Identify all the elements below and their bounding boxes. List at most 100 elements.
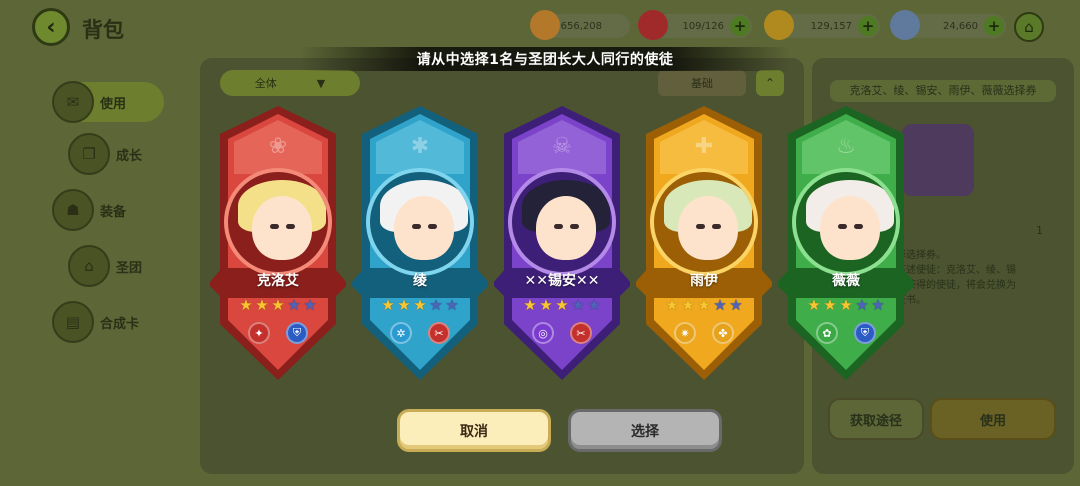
attribute-badge-icon: ✷: [674, 322, 696, 344]
acquire-source-button[interactable]: 获取途径: [828, 398, 924, 440]
sidebar-item-use[interactable]: ✉ 使用: [52, 81, 164, 123]
star-icon: ★: [239, 296, 253, 314]
bag-icon: ✉: [52, 81, 94, 123]
star-icon: ★: [839, 296, 853, 314]
home-icon: ⌂: [1024, 18, 1034, 36]
star-icon: ★: [381, 296, 395, 314]
character-name: 绫: [413, 273, 427, 289]
character-card[interactable]: ✱ 绫 ★ ★ ★ ★ ★ ✲ ✂: [352, 104, 488, 382]
attribute-badges: ✿ ⛨: [816, 322, 876, 344]
attribute-badge-icon: ⛨: [854, 322, 876, 344]
stamina-icon: [638, 10, 668, 40]
character-card[interactable]: ☠ ✕✕锡安✕✕ ★ ★ ★ ★ ★ ◎ ✂: [494, 104, 630, 382]
attribute-badge-icon: ✿: [816, 322, 838, 344]
star-icon: ★: [697, 296, 711, 314]
character-name: 薇薇: [832, 273, 860, 289]
sidebar-item-equipment[interactable]: ☗ 装备: [52, 189, 164, 231]
chevron-up-icon: ⌃: [764, 76, 776, 90]
attribute-badges: ◎ ✂: [532, 322, 592, 344]
attribute-badge-icon: ⛨: [286, 322, 308, 344]
item-title: 克洛艾、绫、锡安、雨伊、薇薇选择券: [830, 80, 1056, 102]
star-icon: ★: [823, 296, 837, 314]
star-rating: ★ ★ ★ ★ ★: [238, 297, 318, 313]
back-button[interactable]: ‹: [32, 8, 70, 46]
element-icon: ☠: [552, 133, 572, 159]
star-icon: ★: [539, 296, 553, 314]
page-title: 背包: [82, 18, 124, 42]
star-icon: ★: [287, 296, 301, 314]
sidebar-item-guild[interactable]: ⌂ 圣团: [68, 245, 180, 287]
star-icon: ★: [523, 296, 537, 314]
element-icon: ❀: [268, 133, 288, 159]
modal-title: 请从中选择1名与圣团长大人同行的使徒: [416, 52, 674, 68]
star-icon: ★: [855, 296, 869, 314]
item-count: 1: [1036, 224, 1043, 237]
sidebar-item-cards[interactable]: ▤ 合成卡: [52, 301, 164, 343]
star-rating: ★ ★ ★ ★ ★: [664, 297, 744, 313]
star-rating: ★ ★ ★ ★ ★: [806, 297, 886, 313]
resource-crystal: 24,660 +: [890, 10, 1006, 40]
home-button[interactable]: ⌂: [1014, 12, 1044, 42]
element-icon: ✚: [694, 133, 714, 159]
character-card[interactable]: ❀ 克洛艾 ★ ★ ★ ★ ★ ✦ ⛨: [210, 104, 346, 382]
filter-dropdown[interactable]: 全体 ▼: [220, 70, 360, 96]
star-icon: ★: [571, 296, 585, 314]
attribute-badges: ✷ ✤: [674, 322, 734, 344]
star-icon: ★: [587, 296, 601, 314]
element-icon: ♨: [836, 133, 856, 159]
attribute-badge-icon: ✂: [570, 322, 592, 344]
resource-coin: 129,157 +: [764, 10, 880, 40]
use-button[interactable]: 使用: [930, 398, 1056, 440]
chevron-down-icon: ▼: [316, 76, 326, 90]
character-portrait: [792, 168, 900, 276]
character-portrait: [224, 168, 332, 276]
character-portrait: [650, 168, 758, 276]
modal-title-bar: 请从中选择1名与圣团长大人同行的使徒: [300, 47, 790, 71]
guild-icon: ⌂: [68, 245, 110, 287]
select-button[interactable]: 选择: [568, 409, 722, 452]
add-stamina-button[interactable]: +: [730, 16, 750, 36]
attribute-badges: ✦ ⛨: [248, 322, 308, 344]
character-name: 克洛艾: [257, 273, 299, 289]
character-name: 雨伊: [690, 273, 718, 289]
character-card[interactable]: ♨ 薇薇 ★ ★ ★ ★ ★ ✿ ⛨: [778, 104, 914, 382]
book-icon: ❐: [68, 133, 110, 175]
sidebar-item-growth[interactable]: ❐ 成长: [68, 133, 180, 175]
top-bar: ‹ 背包 656,208 109/126 + 129,157 + 24,660 …: [0, 0, 1080, 52]
resource-stamina: 109/126 +: [638, 10, 752, 40]
star-icon: ★: [397, 296, 411, 314]
star-icon: ★: [681, 296, 695, 314]
star-icon: ★: [303, 296, 317, 314]
equipment-icon: ☗: [52, 189, 94, 231]
star-icon: ★: [255, 296, 269, 314]
attribute-badge-icon: ✤: [712, 322, 734, 344]
character-card[interactable]: ✚ 雨伊 ★ ★ ★ ★ ★ ✷ ✤: [636, 104, 772, 382]
star-icon: ★: [271, 296, 285, 314]
star-icon: ★: [713, 296, 727, 314]
star-icon: ★: [871, 296, 885, 314]
back-arrow-icon: ‹: [46, 14, 56, 40]
crystal-icon: [890, 10, 920, 40]
element-icon: ✱: [410, 133, 430, 159]
add-coin-button[interactable]: +: [858, 16, 878, 36]
character-portrait: [508, 168, 616, 276]
character-name: ✕✕锡安✕✕: [524, 273, 600, 289]
star-icon: ★: [729, 296, 743, 314]
character-portrait: [366, 168, 474, 276]
attribute-badge-icon: ✦: [248, 322, 270, 344]
star-rating: ★ ★ ★ ★ ★: [522, 297, 602, 313]
star-icon: ★: [413, 296, 427, 314]
sort-toggle-button[interactable]: ⌃: [756, 70, 784, 96]
resource-cookie: 656,208: [530, 10, 630, 40]
star-icon: ★: [665, 296, 679, 314]
add-crystal-button[interactable]: +: [984, 16, 1004, 36]
attribute-badge-icon: ✲: [390, 322, 412, 344]
star-icon: ★: [445, 296, 459, 314]
attribute-badge-icon: ◎: [532, 322, 554, 344]
cards-icon: ▤: [52, 301, 94, 343]
cancel-button[interactable]: 取消: [397, 409, 551, 452]
star-icon: ★: [807, 296, 821, 314]
sort-dropdown[interactable]: 基础: [658, 70, 746, 96]
attribute-badges: ✲ ✂: [390, 322, 450, 344]
star-icon: ★: [429, 296, 443, 314]
